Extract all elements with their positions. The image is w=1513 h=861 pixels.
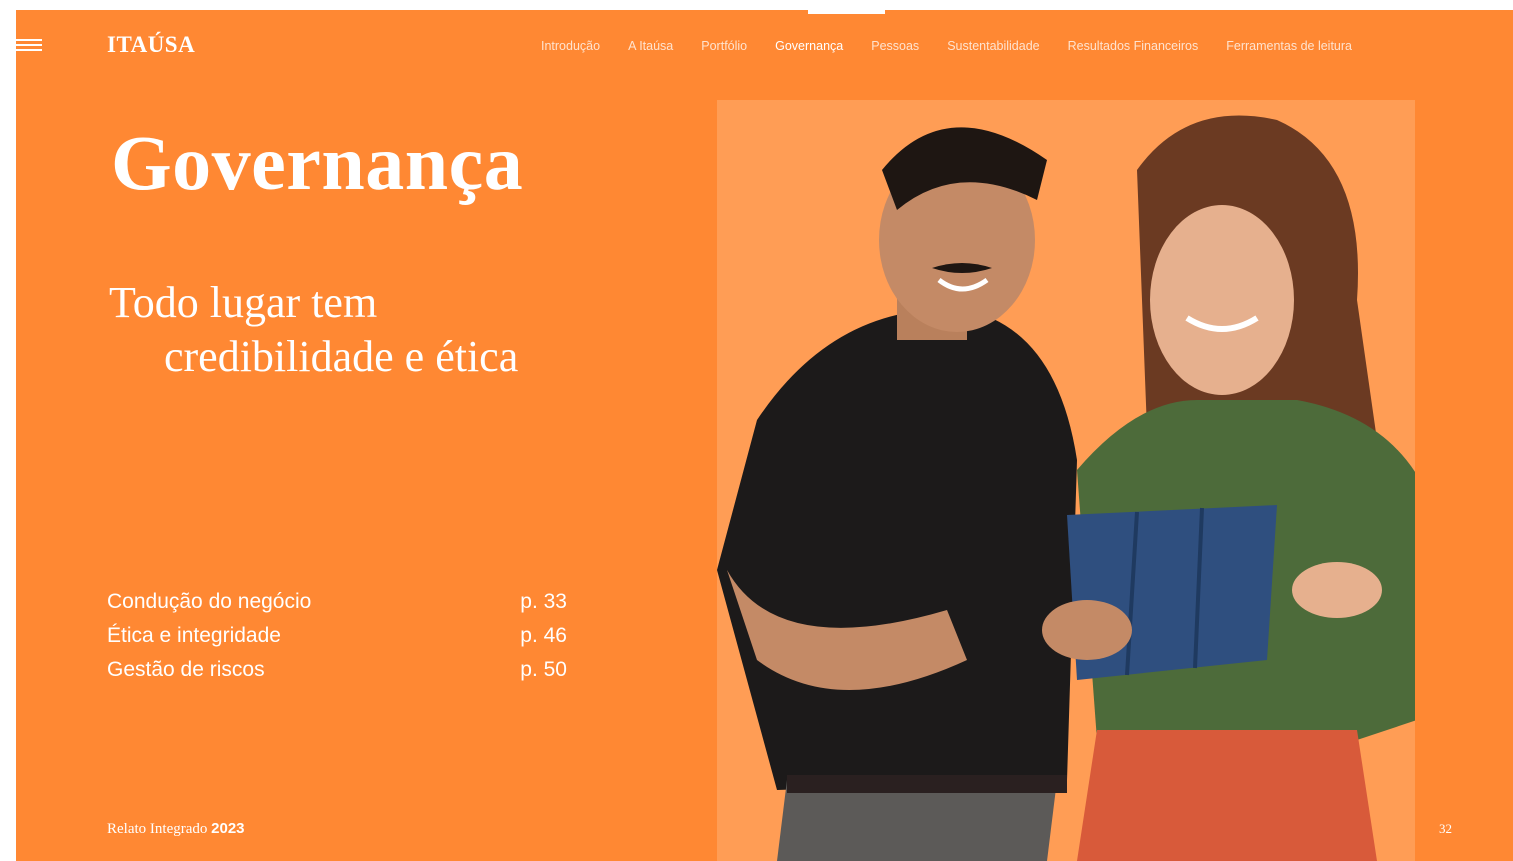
- nav-a-itausa[interactable]: A Itaúsa: [628, 39, 673, 53]
- report-year: 2023: [211, 820, 245, 837]
- report-page: ITAÚSA Introdução A Itaúsa Portfólio Gov…: [16, 10, 1513, 861]
- people-photo: [717, 100, 1415, 861]
- toc-item-conducao[interactable]: Condução do negócio p. 33: [107, 590, 567, 624]
- nav-pessoas[interactable]: Pessoas: [871, 39, 919, 53]
- report-label: Relato Integrado: [107, 821, 208, 837]
- page-subtitle: Todo lugar tem credibilidade e ética: [109, 276, 518, 384]
- toc-item-etica[interactable]: Ética e integridade p. 46: [107, 624, 567, 658]
- top-navigation: Introdução A Itaúsa Portfólio Governança…: [541, 39, 1380, 53]
- toc-item-page: p. 50: [520, 658, 567, 681]
- toc-item-label: Gestão de riscos: [107, 658, 265, 681]
- subtitle-line-2: credibilidade e ética: [164, 332, 519, 381]
- toc-item-riscos[interactable]: Gestão de riscos p. 50: [107, 658, 567, 692]
- itausa-logo[interactable]: ITAÚSA: [107, 32, 195, 58]
- page-number: 32: [1439, 821, 1452, 836]
- nav-governanca[interactable]: Governança: [775, 39, 843, 53]
- report-footer: Relato Integrado 2023: [107, 820, 245, 838]
- toc-item-label: Condução do negócio: [107, 590, 312, 613]
- nav-introducao[interactable]: Introdução: [541, 39, 600, 53]
- toc-item-page: p. 33: [520, 590, 567, 613]
- active-tab-indicator: [808, 10, 885, 14]
- toc-item-label: Ética e integridade: [107, 624, 281, 647]
- subtitle-line-1: Todo lugar tem: [109, 278, 378, 327]
- nav-portfolio[interactable]: Portfólio: [701, 39, 747, 53]
- people-illustration: [717, 115, 1415, 861]
- nav-sustentabilidade[interactable]: Sustentabilidade: [947, 39, 1039, 53]
- table-of-contents: Condução do negócio p. 33 Ética e integr…: [107, 590, 567, 692]
- nav-ferramentas-de-leitura[interactable]: Ferramentas de leitura: [1226, 39, 1352, 53]
- nav-resultados-financeiros[interactable]: Resultados Financeiros: [1068, 39, 1199, 53]
- page-title: Governança: [111, 119, 524, 206]
- toc-item-page: p. 46: [520, 624, 567, 647]
- hamburger-menu-icon[interactable]: [16, 39, 42, 51]
